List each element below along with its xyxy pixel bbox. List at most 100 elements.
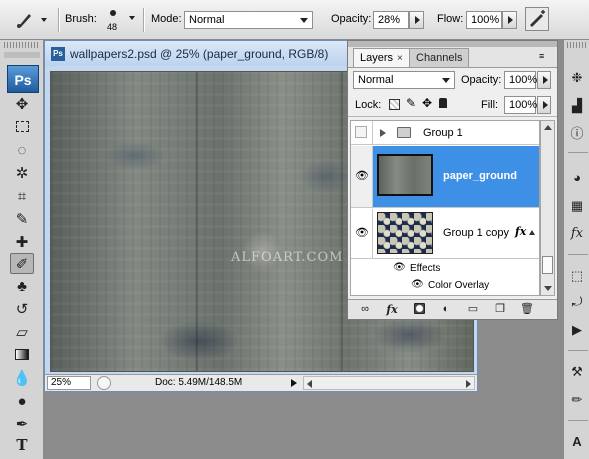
lock-transparent-icon[interactable]	[389, 99, 400, 110]
layer-row-paper-ground[interactable]: 👁 paper_ground	[351, 146, 539, 208]
delete-layer-icon[interactable]: 🗑	[520, 303, 534, 316]
fill-value: 100%	[509, 99, 538, 111]
layers-list: Group 1 👁 paper_ground 👁 Group 1 copy fx	[350, 120, 540, 296]
brush-tool-icon	[17, 14, 31, 28]
navigator-panel-icon[interactable]: ❉	[567, 68, 587, 88]
fill-label: Fill:	[481, 99, 499, 111]
histogram-panel-icon[interactable]: ▟	[567, 96, 587, 116]
color-panel-icon[interactable]: ◕	[567, 168, 587, 188]
eraser-tool-icon[interactable]: ▱	[10, 322, 34, 343]
transform-panel-icon[interactable]: ⬚	[567, 266, 587, 286]
new-layer-icon[interactable]: ❐	[493, 303, 507, 316]
opacity-slider-button[interactable]	[409, 11, 424, 29]
fill-slider-button[interactable]	[537, 96, 551, 114]
layer-opacity-value: 100%	[509, 74, 538, 86]
visibility-toggle[interactable]: 👁	[351, 209, 373, 258]
eye-icon[interactable]: 👁	[411, 279, 424, 290]
history-panel-icon[interactable]: ⤾	[567, 292, 587, 312]
zoom-field[interactable]: 25%	[47, 376, 91, 390]
brush-size-picker[interactable]: 48	[102, 6, 138, 36]
lock-all-icon[interactable]	[439, 98, 447, 108]
scroll-left-icon[interactable]	[307, 380, 312, 388]
collapse-triangle-icon[interactable]	[529, 230, 535, 235]
eye-icon: 👁	[355, 227, 369, 239]
tab-layers[interactable]: Layers ×	[353, 48, 410, 67]
brush-preset-picker[interactable]	[15, 8, 51, 32]
gradient-tool-icon[interactable]	[10, 345, 34, 366]
magic-wand-tool-icon[interactable]: ✲	[10, 163, 34, 184]
panel-header-strip[interactable]	[348, 41, 557, 47]
eyedropper-tool-icon[interactable]: ✎	[10, 209, 34, 230]
brushes-panel-icon[interactable]: ✏	[567, 390, 587, 410]
panel-menu-icon[interactable]: ≡	[539, 52, 551, 61]
actions-panel-icon[interactable]: ▶	[567, 320, 587, 340]
info-panel-icon[interactable]: ⓘ	[567, 124, 587, 144]
status-menu-arrow-icon[interactable]	[288, 376, 300, 390]
crop-tool-icon[interactable]: ⌗	[10, 186, 34, 207]
new-group-icon[interactable]: ▭	[466, 303, 480, 316]
scroll-down-icon[interactable]	[544, 286, 552, 291]
navigator-icon[interactable]	[97, 376, 111, 390]
layer-row-group-1-copy[interactable]: 👁 Group 1 copy fx	[351, 209, 539, 259]
effect-item-row[interactable]: 👁 Color Overlay	[351, 278, 539, 294]
scroll-right-icon[interactable]	[466, 380, 471, 388]
watermark-text: ALFOART.COM	[231, 250, 344, 265]
expand-triangle-icon[interactable]	[380, 129, 386, 137]
scroll-up-icon[interactable]	[544, 125, 552, 130]
flow-slider-button[interactable]	[502, 11, 517, 29]
panel-dock-1: ❉ ▟ ⓘ ◕ ▦ fx ⬚ ⤾ ▶ ⚒ ✏ A	[563, 40, 589, 459]
adjustment-layer-icon[interactable]: ◐	[439, 303, 453, 316]
marquee-tool-icon[interactable]	[10, 117, 34, 138]
styles-panel-icon[interactable]: fx	[567, 224, 587, 244]
mode-select[interactable]: Normal	[184, 11, 313, 29]
panel-grip[interactable]	[4, 42, 40, 48]
flow-field[interactable]: 100%	[466, 11, 502, 29]
blend-mode-select[interactable]: Normal	[353, 71, 455, 89]
add-mask-icon[interactable]	[412, 303, 426, 316]
layer-name: paper_ground	[443, 170, 517, 182]
effects-row[interactable]: 👁 Effects	[351, 260, 539, 278]
brush-tool-icon[interactable]: ✐	[10, 253, 34, 274]
blur-tool-icon[interactable]: 💧	[10, 368, 34, 389]
tab-label: Layers	[360, 52, 394, 64]
history-brush-tool-icon[interactable]: ↺	[10, 299, 34, 320]
swatches-panel-icon[interactable]: ▦	[567, 196, 587, 216]
brush-size-value: 48	[107, 22, 118, 32]
visibility-toggle[interactable]: 👁	[351, 146, 373, 207]
horizontal-scrollbar[interactable]	[303, 376, 475, 390]
close-icon[interactable]: ×	[397, 53, 403, 64]
clone-stamp-tool-icon[interactable]: ♣	[10, 276, 34, 297]
link-layers-icon[interactable]: ∞	[358, 303, 372, 316]
healing-brush-tool-icon[interactable]: ✚	[10, 232, 34, 253]
scroll-thumb[interactable]	[542, 256, 553, 274]
lock-label: Lock:	[355, 99, 382, 111]
document-status-bar: 25% Doc: 5.49M/148.5M	[45, 374, 477, 391]
lock-image-icon[interactable]: ✎	[406, 96, 416, 110]
lasso-tool-icon[interactable]: ◌	[10, 140, 34, 161]
layer-opacity-label: Opacity:	[461, 74, 502, 86]
tab-channels[interactable]: Channels	[409, 48, 470, 67]
pen-tool-icon[interactable]: ✒	[10, 414, 34, 435]
tool-presets-panel-icon[interactable]: ⚒	[567, 362, 587, 382]
add-style-icon[interactable]: fx	[385, 303, 399, 316]
move-tool-icon[interactable]: ✥	[10, 94, 34, 115]
mode-value: Normal	[189, 14, 225, 26]
opacity-field[interactable]: 28%	[373, 11, 409, 29]
character-panel-icon[interactable]: A	[567, 432, 587, 452]
airbrush-button[interactable]	[525, 7, 549, 31]
layer-row-group-1[interactable]: Group 1	[351, 121, 539, 145]
lock-position-icon[interactable]: ✥	[422, 96, 432, 110]
fill-field[interactable]: 100%	[504, 96, 538, 114]
airbrush-icon	[530, 10, 545, 27]
brush-tip-icon	[110, 10, 116, 16]
dodge-tool-icon[interactable]: ●	[10, 391, 34, 412]
ps-logo: Ps	[7, 65, 39, 93]
type-tool-icon[interactable]: T	[10, 435, 34, 456]
tab-label: Channels	[416, 52, 463, 64]
layers-scrollbar[interactable]	[540, 120, 555, 296]
layer-opacity-field[interactable]: 100%	[504, 71, 538, 89]
layer-opacity-slider-button[interactable]	[537, 71, 551, 89]
visibility-toggle[interactable]	[351, 121, 373, 144]
canvas-fold	[196, 72, 198, 371]
eye-icon[interactable]: 👁	[393, 262, 406, 273]
